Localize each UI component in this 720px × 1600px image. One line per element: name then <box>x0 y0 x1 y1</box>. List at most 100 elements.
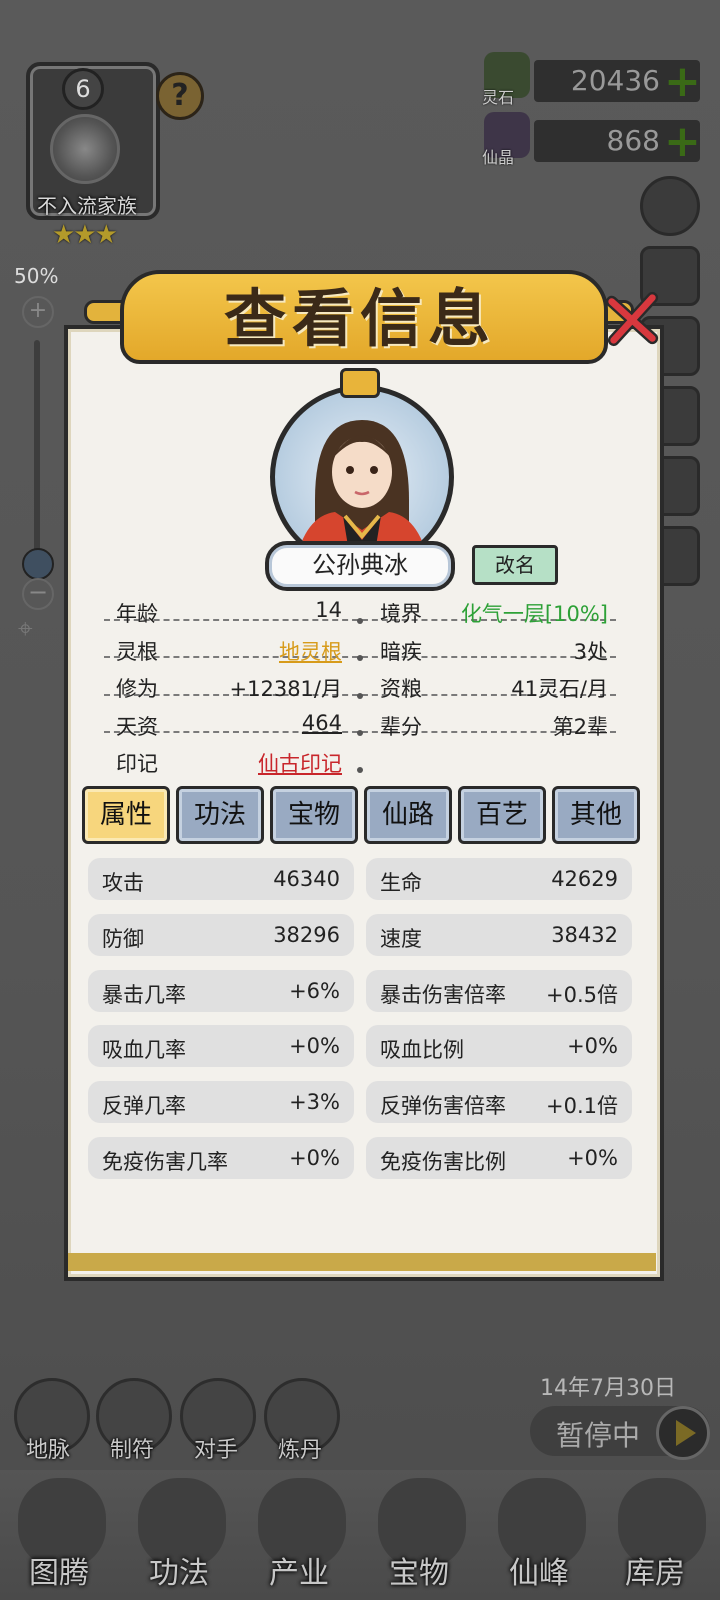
shortcut-talisman[interactable]: 制符 <box>92 1432 172 1464</box>
stat-value: 46340 <box>273 867 340 891</box>
divider-dot <box>357 730 363 736</box>
stat-label: 暴击伤害倍率 <box>380 983 506 1007</box>
settings-gear-icon[interactable] <box>640 176 700 236</box>
stat-label: 防御 <box>102 927 144 951</box>
stat-lifesteal-ratio: 吸血比例 +0% <box>366 1025 632 1067</box>
realm-label: 境界 <box>380 602 422 626</box>
game-date: 14年7月30日 <box>540 1376 676 1401</box>
stat-value: +3% <box>289 1090 340 1114</box>
stat-label: 生命 <box>380 871 422 895</box>
stat-reflect-damage: 反弹伤害倍率 +0.1倍 <box>366 1081 632 1123</box>
shortcut-opponent[interactable]: 对手 <box>176 1432 256 1464</box>
spirit-stone-label: 灵石 <box>482 88 515 107</box>
talent-value[interactable]: 464 <box>222 711 342 747</box>
tab-techniques[interactable]: 功法 <box>176 786 264 844</box>
stat-label: 反弹几率 <box>102 1094 186 1118</box>
nav-industry[interactable]: 产业 <box>244 1548 354 1592</box>
tab-other[interactable]: 其他 <box>552 786 640 844</box>
cultivation-label: 修为 <box>116 677 158 701</box>
mark-link[interactable]: 仙古印记 <box>202 748 342 784</box>
clan-name: 不入流家族 <box>37 194 137 218</box>
immortal-crystal-label: 仙晶 <box>482 148 515 167</box>
tab-immortal-path[interactable]: 仙路 <box>364 786 452 844</box>
divider-dot <box>357 693 363 699</box>
stat-label: 免疫伤害几率 <box>102 1150 228 1174</box>
generation-label: 辈分 <box>380 715 422 739</box>
stat-attack: 攻击 46340 <box>88 858 354 900</box>
stat-value: +0.1倍 <box>546 1094 618 1118</box>
clan-stars: ★★★ <box>52 220 118 250</box>
hidden-ailment-value: 3处 <box>573 640 608 664</box>
nav-immortal-peak[interactable]: 仙峰 <box>484 1548 594 1592</box>
clan-level: 6 <box>62 68 104 110</box>
divider-dot <box>357 655 363 661</box>
divider-dot <box>357 767 363 773</box>
add-spirit-stone-button[interactable]: + <box>664 60 701 104</box>
zoom-in-button[interactable]: + <box>22 296 54 328</box>
tab-arts[interactable]: 百艺 <box>458 786 546 844</box>
resources-label: 资粮 <box>380 677 422 701</box>
stat-label: 暴击几率 <box>102 983 186 1007</box>
stat-label: 免疫伤害比例 <box>380 1150 506 1174</box>
zoom-slider-track[interactable] <box>34 340 40 558</box>
pause-label: 暂停中 <box>556 1419 641 1452</box>
spirit-root-label: 灵根 <box>116 640 158 664</box>
stat-value: +0% <box>567 1034 618 1058</box>
realm-value: 化气一层[10%] <box>460 602 608 626</box>
shortcut-alchemy[interactable]: 炼丹 <box>260 1432 340 1464</box>
cultivation-value: +12381/月 <box>229 677 342 701</box>
nav-totem[interactable]: 图腾 <box>4 1548 114 1592</box>
stat-label: 速度 <box>380 927 422 951</box>
immortal-crystal-value: 868 <box>606 124 660 157</box>
stat-defense: 防御 38296 <box>88 914 354 956</box>
zoom-out-button[interactable]: − <box>22 578 54 610</box>
stat-value: +0% <box>289 1034 340 1058</box>
stat-label: 吸血比例 <box>380 1038 464 1062</box>
stat-label: 攻击 <box>102 871 144 895</box>
nav-storehouse[interactable]: 库房 <box>600 1548 710 1592</box>
talent-label: 天资 <box>116 715 158 739</box>
location-pin-icon[interactable]: ⌖ <box>18 614 54 648</box>
add-immortal-crystal-button[interactable]: + <box>664 120 701 164</box>
stat-crit-chance: 暴击几率 +6% <box>88 970 354 1012</box>
stat-speed: 速度 38432 <box>366 914 632 956</box>
stat-reflect-chance: 反弹几率 +3% <box>88 1081 354 1123</box>
stat-value: +6% <box>289 979 340 1003</box>
stat-value: 38432 <box>551 923 618 947</box>
stat-value: +0.5倍 <box>546 983 618 1007</box>
spirit-root-link[interactable]: 地灵根 <box>222 636 342 672</box>
divider-dot <box>357 618 363 624</box>
shortcut-earth-vein[interactable]: 地脉 <box>8 1432 88 1464</box>
zoom-slider-knob[interactable] <box>22 548 54 580</box>
stat-immune-ratio: 免疫伤害比例 +0% <box>366 1137 632 1179</box>
spirit-stone-value: 20436 <box>570 64 660 97</box>
stat-value: +0% <box>567 1146 618 1170</box>
close-icon[interactable] <box>604 290 662 348</box>
age-label: 年龄 <box>116 602 158 626</box>
rename-button[interactable]: 改名 <box>472 545 558 585</box>
help-button[interactable]: ? <box>156 72 204 120</box>
clan-badge[interactable]: 6 不入流家族 ★★★ <box>12 62 160 250</box>
stat-value: 42629 <box>551 867 618 891</box>
tab-attributes[interactable]: 属性 <box>82 786 170 844</box>
stat-immune-chance: 免疫伤害几率 +0% <box>88 1137 354 1179</box>
tab-treasures[interactable]: 宝物 <box>270 786 358 844</box>
stat-crit-damage: 暴击伤害倍率 +0.5倍 <box>366 970 632 1012</box>
crown-ornament-icon <box>340 368 380 398</box>
stat-value: +0% <box>289 1146 340 1170</box>
nav-treasure[interactable]: 宝物 <box>364 1548 474 1592</box>
stat-label: 吸血几率 <box>102 1038 186 1062</box>
generation-value: 第2辈 <box>552 715 608 739</box>
stat-health: 生命 42629 <box>366 858 632 900</box>
dialog-title: 查看信息 <box>223 282 496 355</box>
character-avatar <box>295 420 429 564</box>
zoom-percent: 50% <box>14 264 59 288</box>
stat-value: 38296 <box>273 923 340 947</box>
age-value: 14 <box>315 598 342 622</box>
stat-lifesteal-chance: 吸血几率 +0% <box>88 1025 354 1067</box>
play-icon[interactable] <box>656 1406 710 1460</box>
character-name: 公孙典冰 <box>265 541 455 591</box>
stat-label: 反弹伤害倍率 <box>380 1094 506 1118</box>
clan-emblem-icon <box>50 114 120 184</box>
nav-technique[interactable]: 功法 <box>124 1548 234 1592</box>
